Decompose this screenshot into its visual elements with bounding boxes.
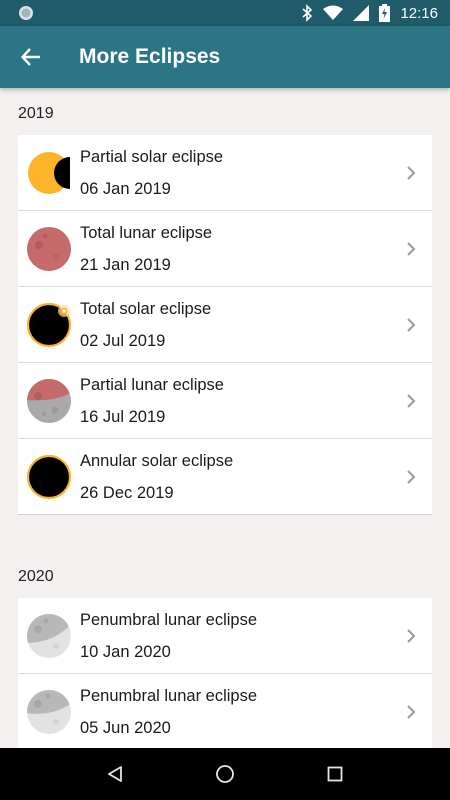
eclipse-title: Total lunar eclipse	[80, 223, 213, 242]
nav-home-button[interactable]	[205, 754, 245, 794]
wifi-icon	[323, 5, 344, 20]
nav-recents-icon	[327, 766, 343, 782]
chevron-right-icon	[407, 628, 416, 643]
eclipse-title: Total solar eclipse	[80, 299, 212, 318]
annular-solar-eclipse-icon	[26, 454, 72, 499]
list-item[interactable]: Total solar eclipse 02 Jul 2019	[18, 287, 432, 363]
eclipse-date: 16 Jul 2019	[80, 407, 166, 426]
app-bar: More Eclipses	[0, 26, 450, 88]
status-bar: 12:16	[0, 0, 450, 26]
chevron-right-icon	[407, 469, 416, 484]
chevron-right-icon	[407, 317, 416, 332]
partial-solar-eclipse-icon	[28, 149, 72, 196]
eclipse-date: 10 Jan 2020	[80, 642, 171, 661]
eclipse-date: 05 Jun 2020	[80, 718, 171, 737]
arrow-back-icon	[21, 48, 40, 66]
signal-icon	[353, 5, 370, 21]
section-card-2020: Penumbral lunar eclipse 10 Jan 2020 Penu…	[18, 598, 432, 748]
partial-lunar-eclipse-icon	[27, 378, 71, 423]
section-header-2020: 2020	[18, 568, 54, 585]
list-item[interactable]: Partial solar eclipse 06 Jan 2019	[18, 135, 432, 211]
battery-icon	[379, 4, 391, 22]
bluetooth-icon	[302, 4, 313, 22]
eclipse-list[interactable]: 2019 Partial solar eclipse 06 Jan 2019 T…	[0, 88, 450, 748]
page-title: More Eclipses	[79, 45, 221, 68]
nav-recents-button[interactable]	[315, 754, 355, 794]
eclipse-date: 26 Dec 2019	[80, 483, 174, 502]
nav-back-icon	[108, 766, 122, 782]
list-item[interactable]: Total lunar eclipse 21 Jan 2019	[18, 211, 432, 287]
list-item[interactable]: Penumbral lunar eclipse 05 Jun 2020	[18, 674, 432, 748]
penumbral-lunar-eclipse-icon	[27, 613, 71, 658]
total-solar-eclipse-icon	[26, 302, 72, 347]
list-item[interactable]: Annular solar eclipse 26 Dec 2019	[18, 439, 432, 515]
status-time: 12:16	[400, 4, 438, 22]
nav-home-icon	[216, 765, 234, 783]
nav-back-button[interactable]	[95, 754, 135, 794]
eclipse-title: Penumbral lunar eclipse	[80, 610, 258, 629]
eclipse-title: Annular solar eclipse	[80, 451, 234, 470]
eclipse-title: Partial lunar eclipse	[80, 375, 224, 394]
chevron-right-icon	[407, 704, 416, 719]
list-item[interactable]: Penumbral lunar eclipse 10 Jan 2020	[18, 598, 432, 674]
penumbral-lunar-eclipse-icon	[27, 689, 71, 734]
eclipse-title: Partial solar eclipse	[80, 147, 224, 166]
back-button[interactable]	[0, 26, 62, 88]
total-lunar-eclipse-icon	[27, 226, 71, 271]
section-header-2019: 2019	[18, 105, 54, 122]
chevron-right-icon	[407, 165, 416, 180]
eclipse-date: 21 Jan 2019	[80, 255, 171, 274]
section-card-2019: Partial solar eclipse 06 Jan 2019 Total …	[18, 135, 432, 515]
app-notification-icon	[19, 6, 33, 20]
eclipse-date: 06 Jan 2019	[80, 179, 171, 198]
chevron-right-icon	[407, 393, 416, 408]
system-nav-bar	[0, 748, 450, 800]
chevron-right-icon	[407, 241, 416, 256]
eclipse-date: 02 Jul 2019	[80, 331, 166, 350]
list-item[interactable]: Partial lunar eclipse 16 Jul 2019	[18, 363, 432, 439]
eclipse-title: Penumbral lunar eclipse	[80, 686, 258, 705]
